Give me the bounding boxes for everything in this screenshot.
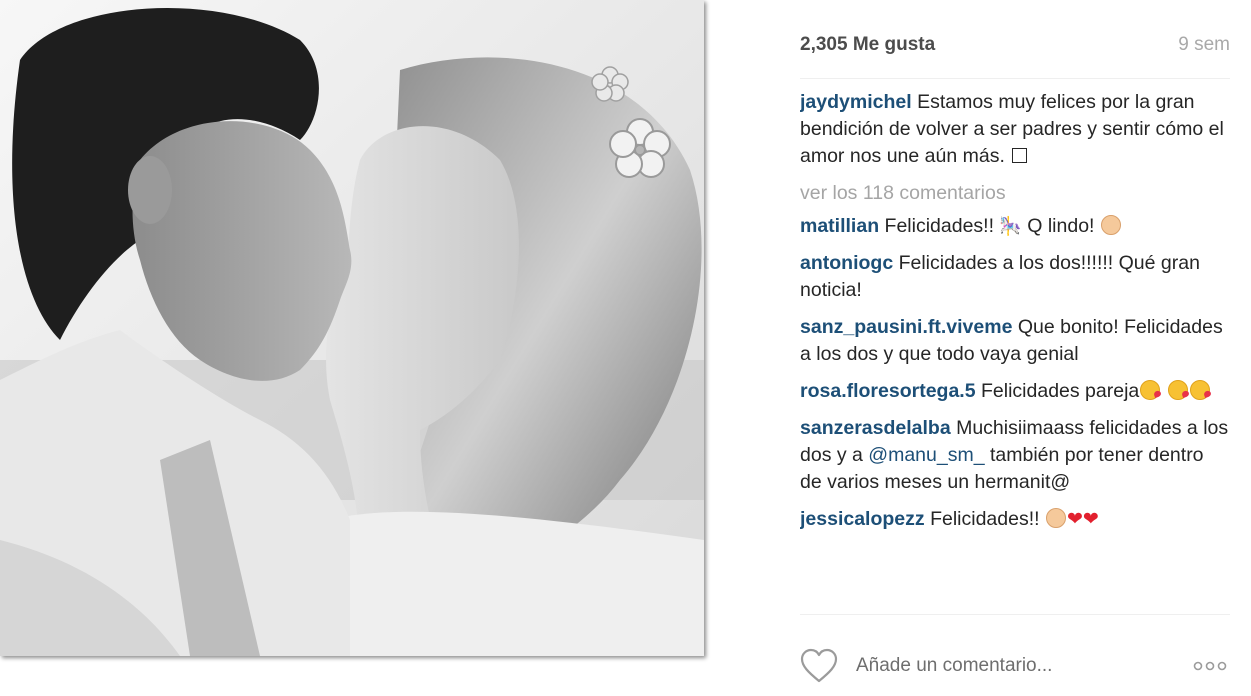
comment-text: Felicidades!!: [930, 508, 1040, 530]
comment-item: sanz_pausini.ft.viveme Que bonito! Felic…: [800, 314, 1230, 368]
add-comment-input[interactable]: [856, 652, 1176, 680]
comment-username[interactable]: jessicalopezz: [800, 508, 925, 530]
photo-couple-kissing: [0, 0, 704, 656]
divider: [800, 78, 1230, 79]
caption-username[interactable]: jaydymichel: [800, 91, 912, 113]
baby-emoji-icon: [1045, 508, 1066, 528]
post-photo[interactable]: [0, 0, 704, 656]
comment-item: matillian Felicidades!! 🎠 Q lindo!: [800, 213, 1230, 240]
post-age[interactable]: 9 sem: [1178, 34, 1230, 56]
post-details-panel: 2,305 Me gusta 9 sem jaydymichel Estamos…: [800, 0, 1230, 696]
comment-text: Felicidades!!: [884, 215, 994, 237]
comment-username[interactable]: antoniogc: [800, 252, 893, 274]
comment-username[interactable]: sanzerasdelalba: [800, 417, 951, 439]
red-heart-emoji-icon: ❤: [1082, 509, 1099, 530]
kiss-emoji-icon: [1167, 380, 1188, 400]
likes-count[interactable]: 2,305 Me gusta: [800, 34, 935, 56]
kiss-emoji-icon: [1140, 380, 1161, 400]
post-header: 2,305 Me gusta 9 sem: [800, 34, 1230, 58]
comment-username[interactable]: rosa.floresortega.5: [800, 380, 976, 402]
comment-footer: [800, 648, 1230, 688]
comment-item: sanzerasdelalba Muchisiimaass felicidade…: [800, 415, 1230, 496]
comment-text: Felicidades pareja: [981, 380, 1140, 402]
like-heart-icon[interactable]: [800, 648, 838, 684]
missing-glyph-icon: [1012, 148, 1028, 163]
comment-item: antoniogc Felicidades a los dos!!!!!! Qu…: [800, 250, 1230, 304]
comment-username[interactable]: sanz_pausini.ft.viveme: [800, 316, 1012, 338]
comment-mention[interactable]: @manu_sm_: [868, 444, 984, 466]
baby-emoji-icon: [1100, 215, 1121, 235]
comment-username[interactable]: matillian: [800, 215, 879, 237]
kiss-emoji-icon: [1189, 380, 1210, 400]
comment-item: rosa.floresortega.5 Felicidades pareja: [800, 378, 1230, 405]
comments-list[interactable]: jaydymichel Estamos muy felices por la g…: [800, 88, 1230, 614]
post-caption: jaydymichel Estamos muy felices por la g…: [800, 89, 1230, 170]
comment-text: Q lindo!: [1027, 215, 1095, 237]
divider: [800, 614, 1230, 615]
red-heart-emoji-icon: ❤: [1066, 509, 1083, 530]
comment-item: jessicalopezz Felicidades!! ❤❤: [800, 506, 1230, 533]
view-all-comments-link[interactable]: ver los 118 comentarios: [800, 180, 1230, 207]
more-options-icon[interactable]: [1192, 660, 1228, 672]
carousel-emoji-icon: 🎠: [999, 216, 1022, 236]
